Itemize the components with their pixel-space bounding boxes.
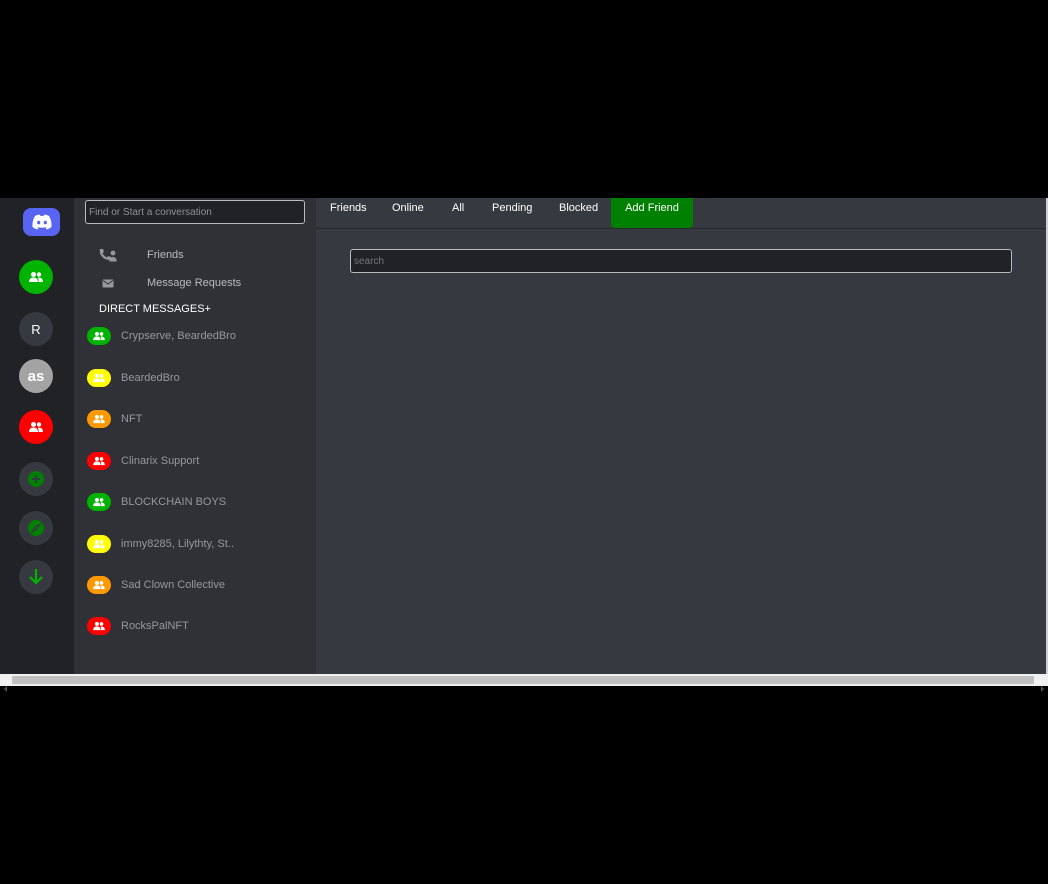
dm-item-label: immy8285, Lilythty, St..: [121, 538, 234, 550]
dm-item[interactable]: BLOCKCHAIN BOYS: [87, 491, 226, 513]
group-icon: [87, 535, 111, 553]
dm-item[interactable]: Crypserve, BeardedBro: [87, 325, 236, 347]
dm-sidebar: Friends Message Requests DIRECT MESSAGES…: [74, 198, 316, 674]
dm-item[interactable]: Clinarix Support: [87, 450, 199, 472]
horizontal-scrollbar[interactable]: [0, 674, 1048, 692]
dm-item-label: Clinarix Support: [121, 455, 200, 467]
envelope-icon: [98, 279, 118, 288]
dm-item[interactable]: NFT: [87, 408, 142, 430]
server-rail: R as: [0, 198, 74, 674]
tab-pending[interactable]: Pending: [492, 198, 532, 228]
dm-item[interactable]: Sad Clown Collective: [87, 574, 225, 596]
discord-logo-icon: [31, 214, 53, 230]
group-icon: [87, 617, 111, 635]
friends-tab-bar: Friends Online All Pending Blocked Add F…: [316, 198, 1048, 229]
find-conversation-input[interactable]: [85, 200, 305, 224]
group-icon: [87, 369, 111, 387]
group-icon: [87, 410, 111, 428]
dm-item[interactable]: immy8285, Lilythty, St..: [87, 533, 234, 555]
scroll-right-arrow-icon[interactable]: [1038, 677, 1046, 692]
tab-add-friend[interactable]: Add Friend: [611, 198, 693, 228]
compass-icon: [27, 519, 45, 537]
dm-item[interactable]: RocksPalNFT: [87, 615, 189, 637]
server-group-red[interactable]: [19, 410, 53, 444]
add-server-button[interactable]: [19, 462, 53, 496]
app-window: R as Friends Message Requests DIRECT MES…: [0, 198, 1048, 692]
nav-message-requests-label: Message Requests: [147, 277, 242, 289]
nav-friends-label: Friends: [147, 249, 184, 261]
nav-friends[interactable]: Friends: [98, 245, 184, 265]
server-r[interactable]: R: [19, 312, 53, 346]
nav-message-requests[interactable]: Message Requests: [98, 273, 241, 293]
scrollbar-thumb[interactable]: [12, 676, 1034, 684]
tab-blocked[interactable]: Blocked: [559, 198, 598, 228]
server-group-green[interactable]: [19, 260, 53, 294]
plus-icon: [27, 470, 45, 488]
server-as-letter: as: [27, 367, 45, 385]
dm-item-label: Crypserve, BeardedBro: [121, 330, 236, 342]
scroll-left-arrow-icon[interactable]: [2, 677, 10, 692]
tab-online[interactable]: Online: [392, 198, 424, 228]
direct-messages-header[interactable]: DIRECT MESSAGES+: [99, 303, 211, 315]
friend-search-input[interactable]: [350, 249, 1012, 273]
group-icon: [87, 327, 111, 345]
tab-friends[interactable]: Friends: [330, 198, 367, 228]
tab-all[interactable]: All: [452, 198, 464, 228]
discord-home-button[interactable]: [23, 208, 60, 236]
friends-phone-icon: [98, 248, 118, 262]
group-icon: [87, 576, 111, 594]
dm-item-label: BeardedBro: [121, 372, 180, 384]
group-icon: [28, 271, 44, 283]
dm-item-label: BLOCKCHAIN BOYS: [121, 496, 227, 508]
dm-item-label: Sad Clown Collective: [121, 579, 225, 591]
dm-item-label: RocksPalNFT: [121, 620, 189, 632]
group-icon: [28, 421, 44, 433]
server-as[interactable]: as: [19, 359, 53, 393]
group-icon: [87, 493, 111, 511]
download-icon: [28, 568, 44, 586]
group-icon: [87, 452, 111, 470]
download-apps-button[interactable]: [19, 560, 53, 594]
dm-item-label: NFT: [121, 413, 143, 425]
explore-servers-button[interactable]: [19, 511, 53, 545]
dm-item[interactable]: BeardedBro: [87, 367, 180, 389]
server-r-letter: R: [31, 321, 41, 337]
